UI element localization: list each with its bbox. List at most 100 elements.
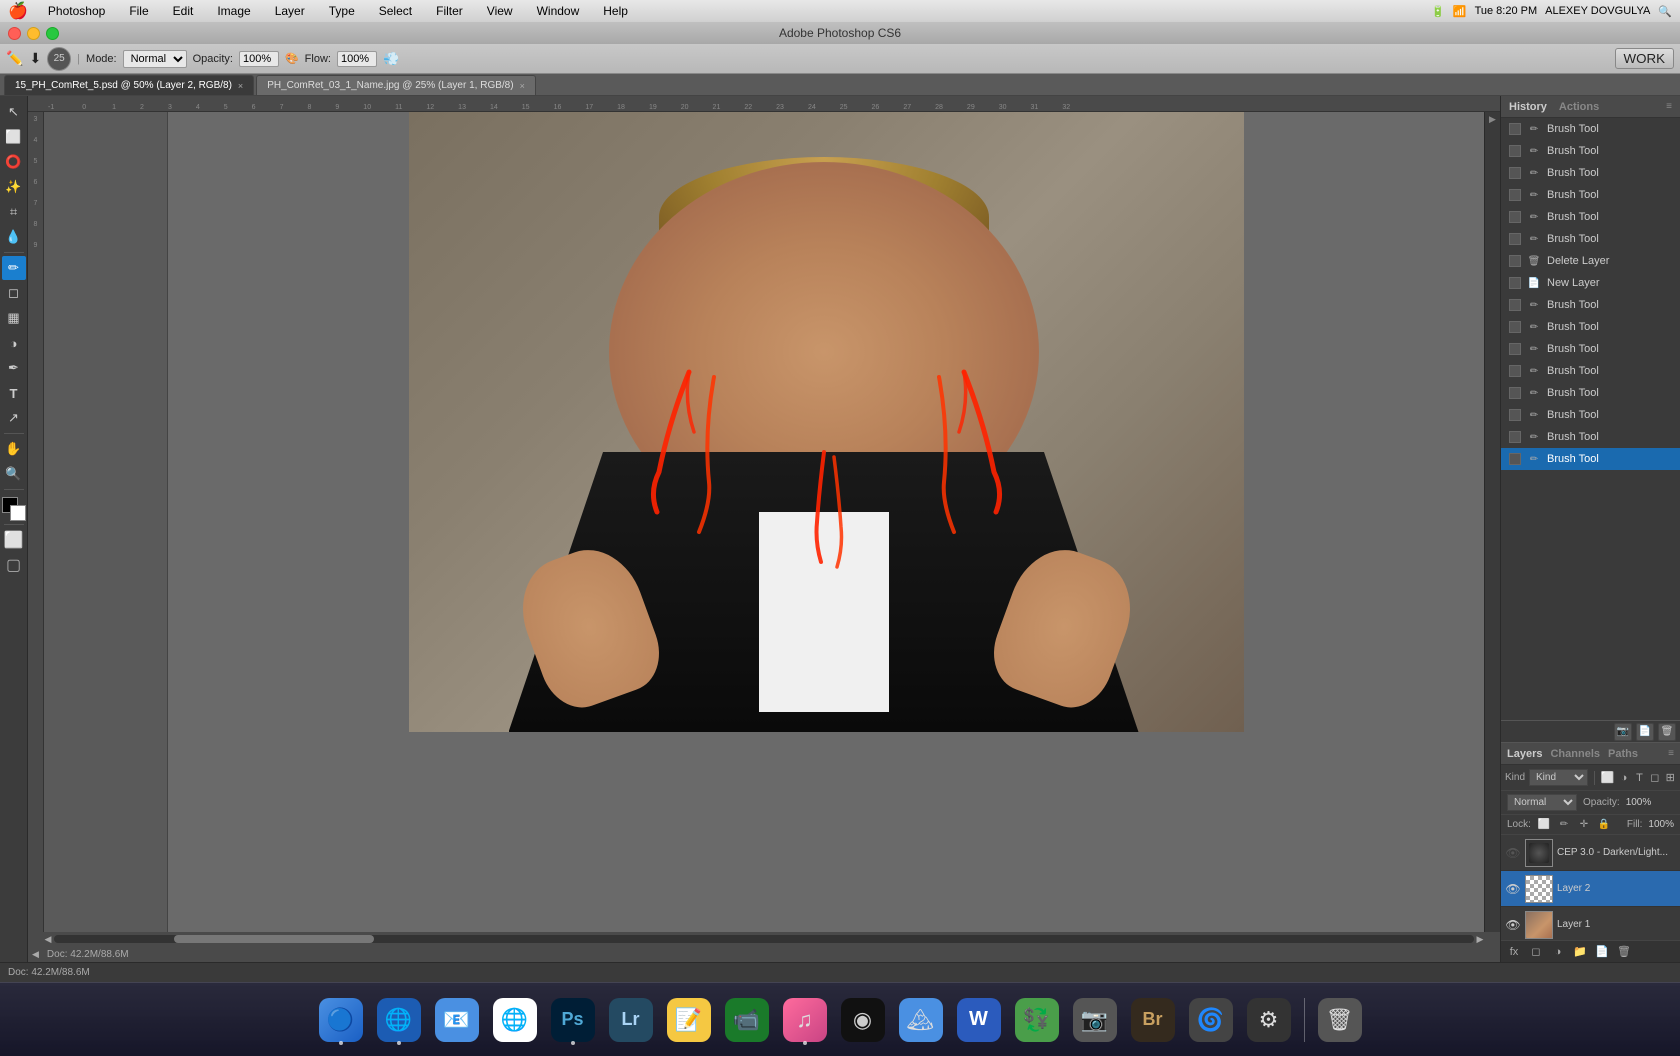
layer-row-cep[interactable]: 👁 CEP 3.0 - Darken/Light... (1501, 835, 1680, 871)
menu-photoshop[interactable]: Photoshop (44, 4, 109, 18)
horizontal-scrollbar[interactable]: ◀ ▶ (28, 932, 1500, 946)
history-checkbox[interactable] (1509, 343, 1521, 355)
history-item[interactable]: ✏ Brush Tool (1501, 140, 1680, 162)
dock-safari[interactable]: 🌐 (372, 993, 426, 1047)
delete-history-btn[interactable]: 🗑 (1658, 723, 1676, 741)
dock-itunes[interactable]: ♫ (778, 993, 832, 1047)
menu-bar[interactable]: 🍎 Photoshop File Edit Image Layer Type S… (0, 0, 1680, 22)
history-checkbox[interactable] (1509, 453, 1521, 465)
menu-filter[interactable]: Filter (432, 4, 467, 18)
dock-word[interactable]: W (952, 993, 1006, 1047)
history-menu[interactable]: ≡ (1666, 101, 1672, 112)
menu-view[interactable]: View (483, 4, 517, 18)
spotlight-icon[interactable]: 🔍 (1658, 5, 1672, 18)
pixel-filter-btn[interactable]: ⬜ (1601, 770, 1615, 786)
history-item[interactable]: ✏ Brush Tool (1501, 228, 1680, 250)
menu-help[interactable]: Help (599, 4, 632, 18)
layer-visibility-toggle[interactable]: 👁 (1505, 845, 1521, 861)
opacity-input[interactable] (239, 51, 279, 67)
apple-menu[interactable]: 🍎 (8, 1, 28, 21)
menu-image[interactable]: Image (213, 4, 254, 18)
dock-app9[interactable]: 🌀 (1184, 993, 1238, 1047)
window-controls[interactable] (8, 27, 59, 40)
filter-type-select[interactable]: Kind (1529, 769, 1588, 786)
history-checkbox[interactable] (1509, 365, 1521, 377)
tab2-close[interactable]: × (520, 81, 525, 91)
tool-dodge[interactable]: ◑ (2, 331, 26, 355)
menu-window[interactable]: Window (533, 4, 584, 18)
history-item[interactable]: ✏ Brush Tool (1501, 426, 1680, 448)
minimize-button[interactable] (27, 27, 40, 40)
lock-pixels-btn[interactable]: ✏ (1557, 818, 1571, 832)
history-checkbox[interactable] (1509, 299, 1521, 311)
lock-all-btn[interactable]: 🔒 (1597, 818, 1611, 832)
airbrush-icon[interactable]: 💨 (383, 51, 399, 67)
lock-position-btn[interactable]: ✛ (1577, 818, 1591, 832)
dock-iphoto[interactable]: 🏔 (894, 993, 948, 1047)
history-checkbox[interactable] (1509, 255, 1521, 267)
history-item[interactable]: ✏ Brush Tool (1501, 338, 1680, 360)
history-checkbox[interactable] (1509, 167, 1521, 179)
type-filter-btn[interactable]: T (1634, 770, 1645, 786)
layers-title[interactable]: Layers (1507, 748, 1542, 760)
layer-row-layer1[interactable]: 👁 Layer 1 (1501, 907, 1680, 940)
history-item[interactable]: 📄 New Layer (1501, 272, 1680, 294)
history-checkbox[interactable] (1509, 431, 1521, 443)
tool-eraser[interactable]: ◻ (2, 281, 26, 305)
tool-pen[interactable]: ✒ (2, 356, 26, 380)
layer-fx-btn[interactable]: fx (1505, 943, 1523, 961)
dock-photoshop[interactable]: Ps (546, 993, 600, 1047)
menu-file[interactable]: File (125, 4, 152, 18)
history-checkbox[interactable] (1509, 123, 1521, 135)
menu-select[interactable]: Select (375, 4, 416, 18)
dock-bridge[interactable]: Br (1126, 993, 1180, 1047)
blend-mode-select[interactable]: Normal (1507, 794, 1577, 811)
background-color[interactable] (10, 505, 26, 521)
workspace-button[interactable]: WORK (1615, 48, 1674, 69)
history-item-active[interactable]: ✏ Brush Tool (1501, 448, 1680, 470)
paths-title[interactable]: Paths (1608, 748, 1638, 760)
history-item[interactable]: ✏ Brush Tool (1501, 206, 1680, 228)
history-checkbox[interactable] (1509, 409, 1521, 421)
dock-app10[interactable]: ⚙ (1242, 993, 1296, 1047)
opacity-icon[interactable]: 🎨 (285, 52, 299, 65)
scroll-track[interactable] (54, 935, 1474, 943)
flow-input[interactable] (337, 51, 377, 67)
history-item[interactable]: ✏ Brush Tool (1501, 316, 1680, 338)
tool-marquee[interactable]: ⬜ (2, 125, 26, 149)
dock-stickies[interactable]: 📝 (662, 993, 716, 1047)
new-document-btn[interactable]: 📄 (1636, 723, 1654, 741)
tool-hand[interactable]: ✋ (2, 437, 26, 461)
history-title[interactable]: History (1509, 101, 1547, 113)
color-selector[interactable] (2, 497, 26, 521)
tool-options-icon[interactable]: ⬇ (29, 50, 41, 67)
history-list[interactable]: ✏ Brush Tool ✏ Brush Tool ✏ Brush Tool (1501, 118, 1680, 720)
canvas-main[interactable] (168, 112, 1484, 932)
tool-eyedropper[interactable]: 💧 (2, 225, 26, 249)
lock-transparent-btn[interactable]: ⬜ (1537, 818, 1551, 832)
menu-layer[interactable]: Layer (271, 4, 309, 18)
history-checkbox[interactable] (1509, 321, 1521, 333)
tab-file1[interactable]: 15_PH_ComRet_5.psd @ 50% (Layer 2, RGB/8… (4, 75, 254, 95)
screen-mode-button[interactable]: ▢ (2, 553, 26, 577)
layer-row-layer2[interactable]: 👁 Layer 2 (1501, 871, 1680, 907)
canvas-image[interactable] (409, 112, 1244, 732)
shape-filter-btn[interactable]: ◻ (1649, 770, 1660, 786)
dock-chrome[interactable]: 🌐 (488, 993, 542, 1047)
canvas-nav-left[interactable]: ◀ (32, 949, 39, 960)
tool-lasso[interactable]: ⭕ (2, 150, 26, 174)
history-checkbox[interactable] (1509, 211, 1521, 223)
tool-gradient[interactable]: ▦ (2, 306, 26, 330)
new-snapshot-btn[interactable]: 📷 (1614, 723, 1632, 741)
history-checkbox[interactable] (1509, 145, 1521, 157)
layers-menu-btn[interactable]: ≡ (1668, 748, 1674, 759)
history-item[interactable]: ✏ Brush Tool (1501, 162, 1680, 184)
tab1-close[interactable]: × (238, 81, 243, 91)
dock-currency[interactable]: 💱 (1010, 993, 1064, 1047)
layer-mask-btn[interactable]: ◻ (1527, 943, 1545, 961)
menu-type[interactable]: Type (325, 4, 359, 18)
tool-zoom[interactable]: 🔍 (2, 462, 26, 486)
channels-title[interactable]: Channels (1550, 748, 1600, 760)
history-item[interactable]: ✏ Brush Tool (1501, 360, 1680, 382)
layer-visibility-toggle[interactable]: 👁 (1505, 881, 1521, 897)
